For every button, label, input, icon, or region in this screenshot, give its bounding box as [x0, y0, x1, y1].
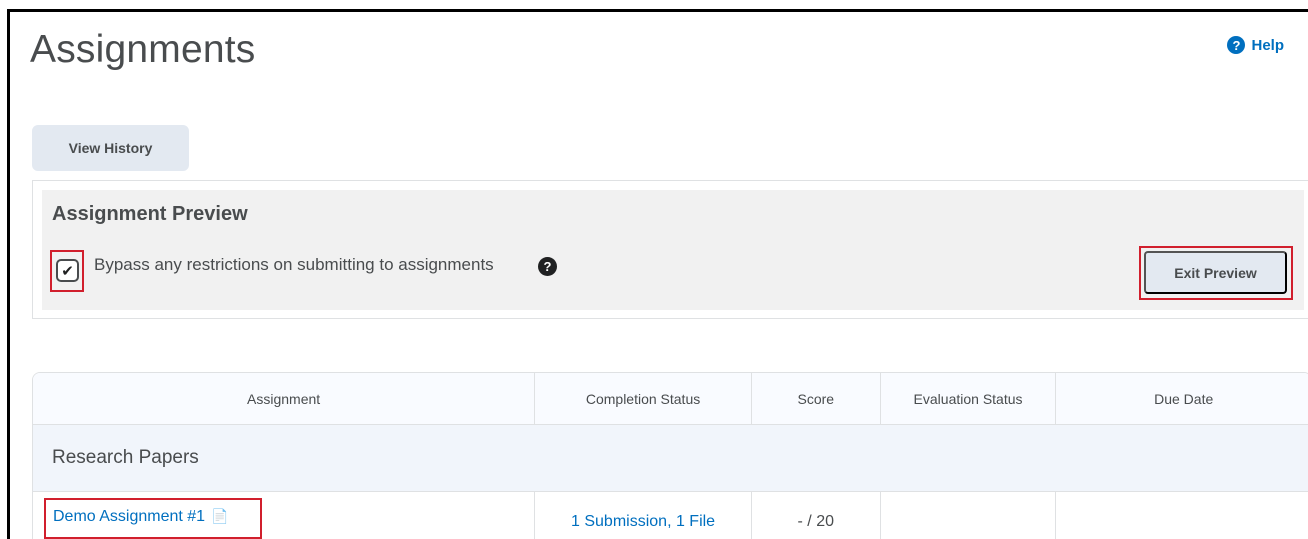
completion-status-link[interactable]: 1 Submission, 1 File [571, 513, 715, 531]
column-header-due-date[interactable]: Due Date [1056, 373, 1308, 424]
preview-assignment-icon: 📄 [211, 508, 229, 524]
checkbox-highlight: ✔ [50, 250, 84, 292]
bypass-restrictions-label: Bypass any restrictions on submitting to… [94, 255, 494, 274]
table-group-header: Research Papers [33, 425, 1308, 492]
assignment-highlight: Demo Assignment #1 📄 [44, 498, 262, 539]
table-header-row: Assignment Completion Status Score Evalu… [33, 373, 1308, 425]
column-header-evaluation-status[interactable]: Evaluation Status [881, 373, 1057, 424]
question-circle-icon[interactable]: ? [538, 257, 557, 276]
view-history-button[interactable]: View History [32, 125, 189, 171]
column-header-score[interactable]: Score [752, 373, 881, 424]
evaluation-status-cell [881, 492, 1057, 539]
checkmark-icon: ✔ [61, 262, 74, 280]
exit-preview-highlight: Exit Preview [1139, 246, 1293, 300]
assignment-link[interactable]: Demo Assignment #1 📄 [53, 508, 229, 526]
assignment-preview-panel: Assignment Preview ✔ Bypass any restrict… [32, 180, 1308, 319]
assignment-preview-title: Assignment Preview [52, 203, 248, 225]
page-frame: Assignments ? Help View History Assignme… [7, 9, 1308, 539]
due-date-cell [1056, 492, 1308, 539]
assignments-table: Assignment Completion Status Score Evalu… [32, 372, 1308, 539]
assignment-name[interactable]: Demo Assignment #1 [53, 508, 205, 525]
completion-status-cell: 1 Submission, 1 File [535, 492, 752, 539]
question-circle-icon: ? [1227, 36, 1246, 54]
column-header-completion-status[interactable]: Completion Status [535, 373, 752, 424]
help-label: Help [1251, 36, 1284, 54]
exit-preview-button[interactable]: Exit Preview [1144, 251, 1287, 294]
assignment-preview-box: Assignment Preview ✔ Bypass any restrict… [42, 190, 1304, 310]
page-title: Assignments [30, 28, 256, 71]
help-link[interactable]: ? Help [1227, 36, 1284, 54]
assignment-cell: Demo Assignment #1 📄 [33, 492, 536, 539]
table-row: Demo Assignment #1 📄 1 Submission, 1 File… [33, 492, 1308, 539]
column-header-assignment[interactable]: Assignment [33, 373, 536, 424]
bypass-restrictions-checkbox[interactable]: ✔ [56, 259, 79, 282]
score-value: - / 20 [797, 513, 834, 530]
score-cell: - / 20 [752, 492, 881, 539]
